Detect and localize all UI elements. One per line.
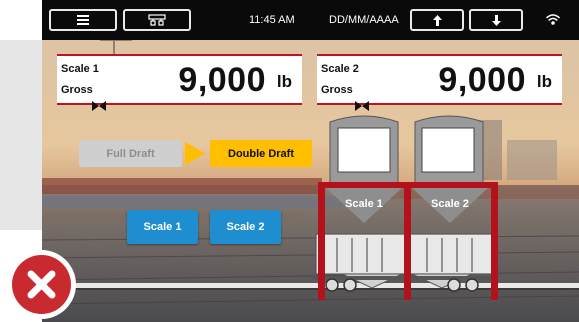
scale-2-mode: Gross: [321, 84, 353, 96]
full-draft-button[interactable]: Full Draft: [79, 140, 182, 167]
scale-1-weight: 9,000: [178, 61, 266, 99]
network-button[interactable]: [123, 9, 191, 31]
menu-button[interactable]: [49, 9, 117, 31]
arrow-right-icon: [185, 142, 205, 165]
double-draft-button[interactable]: Double Draft: [210, 140, 312, 167]
bowtie-marker-icon: [92, 101, 106, 111]
menu-icon: [77, 15, 89, 25]
scale-2-weight: 9,000: [438, 61, 526, 99]
wifi-icon[interactable]: [546, 13, 560, 25]
scale-1-button[interactable]: Scale 1: [127, 210, 198, 244]
date-display: DD/MM/AAAA: [329, 14, 399, 26]
scale-1-display[interactable]: Scale 1 Gross 9,000 lb: [57, 54, 302, 111]
railcar-scale-diagram: [312, 115, 498, 300]
scroll-up-button[interactable]: [410, 9, 464, 31]
top-toolbar: 11:45 AM DD/MM/AAAA: [42, 0, 579, 40]
scale-2-name: Scale 2: [321, 63, 359, 75]
silo-left: [329, 115, 399, 185]
arrow-up-icon: [432, 14, 442, 26]
scroll-down-button[interactable]: [469, 9, 523, 31]
close-icon: [27, 270, 56, 299]
hopper-label-2: Scale 2: [431, 198, 469, 210]
silo-right: [414, 115, 484, 185]
hopper-label-1: Scale 1: [345, 198, 383, 210]
scale-2-button[interactable]: Scale 2: [210, 210, 281, 244]
bowtie-marker-icon: [355, 101, 369, 111]
scale-2-unit: lb: [536, 72, 552, 91]
cancel-button[interactable]: [7, 250, 76, 319]
clock-time: 11:45 AM: [249, 14, 295, 26]
scale-1-name: Scale 1: [61, 63, 99, 75]
network-icon: [148, 14, 166, 26]
hmi-panel: 11:45 AM DD/MM/AAAA Scale 1 Gross 9,000 …: [42, 0, 579, 322]
scale-2-display[interactable]: Scale 2 Gross 9,000 lb: [317, 54, 562, 111]
left-side-strip: [0, 40, 42, 230]
scale-1-mode: Gross: [61, 84, 93, 96]
arrow-down-icon: [491, 14, 501, 26]
scale-1-unit: lb: [276, 72, 292, 91]
